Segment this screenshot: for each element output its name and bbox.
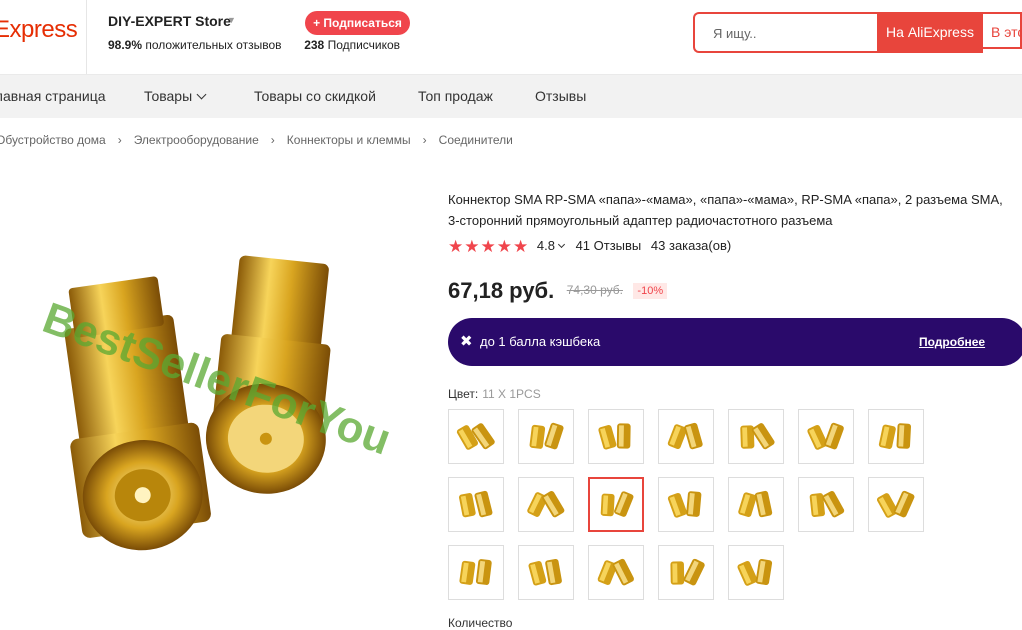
store-nav: Главная страница Товары Товары со скидко… bbox=[0, 75, 1022, 118]
product-main-image[interactable]: BestSellerForYou bbox=[20, 240, 440, 570]
color-swatch[interactable] bbox=[588, 545, 644, 600]
subscribers-label: Подписчиков bbox=[327, 38, 401, 52]
positive-label: положительных отзывов bbox=[145, 38, 282, 52]
nav-item-top[interactable]: Топ продаж bbox=[418, 75, 493, 118]
nav-item-products[interactable]: Товары bbox=[144, 75, 207, 118]
color-swatch[interactable] bbox=[588, 409, 644, 464]
store-name[interactable]: DIY-EXPERT Store bbox=[108, 13, 231, 29]
subscribers-count: 238 bbox=[304, 38, 325, 52]
breadcrumb-item[interactable]: Обустройство дома bbox=[0, 133, 106, 147]
color-swatch[interactable] bbox=[518, 409, 574, 464]
color-swatch[interactable] bbox=[658, 545, 714, 600]
discount-badge: -10% bbox=[633, 283, 668, 299]
breadcrumb-item[interactable]: Соединители bbox=[439, 133, 513, 147]
product-title: Коннектор SMA RP-SMA «папа»-«мама», «пап… bbox=[448, 192, 1003, 228]
color-value: 11 X 1PCS bbox=[482, 387, 541, 401]
nav-item-reviews[interactable]: Отзывы bbox=[535, 75, 586, 118]
star-icon: ★ bbox=[496, 237, 512, 256]
nav-item-sale[interactable]: Товары со скидкой bbox=[254, 75, 376, 118]
store-caret-icon[interactable]: ▼ bbox=[227, 15, 236, 25]
chevron-right-icon: › bbox=[270, 133, 275, 147]
header-divider bbox=[86, 0, 87, 74]
color-swatch[interactable] bbox=[728, 409, 784, 464]
positive-percent: 98.9% bbox=[108, 38, 143, 52]
rating-stars[interactable]: ★★★★★ bbox=[448, 237, 529, 257]
search-aliexpress-button[interactable]: На AliExpress bbox=[877, 12, 983, 53]
breadcrumb-item[interactable]: Электрооборудование bbox=[134, 133, 259, 147]
old-price: 74,30 руб. bbox=[566, 283, 623, 297]
color-swatch[interactable] bbox=[448, 477, 504, 532]
color-swatch[interactable] bbox=[588, 477, 644, 532]
color-label-text: Цвет: bbox=[448, 387, 479, 401]
site-header: Express DIY-EXPERT Store ▼ 98.9% положит… bbox=[0, 0, 1022, 75]
aliexpress-logo[interactable]: Express bbox=[0, 16, 78, 44]
orders-count: 43 заказа(ов) bbox=[650, 238, 732, 254]
search-input[interactable] bbox=[711, 14, 875, 53]
star-icon: ★ bbox=[464, 237, 480, 256]
color-swatch[interactable] bbox=[448, 409, 504, 464]
quantity-label: Количество bbox=[448, 616, 513, 630]
color-swatch[interactable] bbox=[658, 409, 714, 464]
star-icon: ★ bbox=[448, 237, 464, 256]
subscribe-button[interactable]: + Подписаться bbox=[305, 11, 410, 35]
color-label: Цвет: 11 X 1PCS bbox=[448, 387, 541, 401]
color-swatch[interactable] bbox=[728, 477, 784, 532]
color-swatch[interactable] bbox=[448, 545, 504, 600]
star-icon: ★ bbox=[480, 237, 496, 256]
color-swatch[interactable] bbox=[518, 477, 574, 532]
cashback-more-link[interactable]: Подробнее bbox=[919, 335, 985, 349]
price-row: 67,18 руб. 74,30 руб. -10% bbox=[448, 278, 668, 304]
breadcrumb-item[interactable]: Коннекторы и клеммы bbox=[287, 133, 411, 147]
color-swatch[interactable] bbox=[728, 545, 784, 600]
cashback-text: до 1 балла кэшбека bbox=[480, 334, 601, 349]
rating-value[interactable]: 4.8 bbox=[537, 238, 555, 253]
cashback-banner[interactable]: ✖ до 1 балла кэшбека Подробнее bbox=[448, 318, 1022, 366]
color-swatch[interactable] bbox=[658, 477, 714, 532]
nav-item-products-label: Товары bbox=[144, 88, 193, 104]
color-swatch[interactable] bbox=[798, 409, 854, 464]
color-swatch[interactable] bbox=[868, 409, 924, 464]
rating-row: ★★★★★ 4.8 41 Отзывы 43 заказа(ов) bbox=[448, 237, 731, 257]
chevron-down-icon[interactable] bbox=[557, 241, 565, 249]
cashback-icon: ✖ bbox=[460, 333, 473, 350]
color-swatch[interactable] bbox=[868, 477, 924, 532]
star-icon: ★ bbox=[513, 237, 529, 256]
search-box bbox=[693, 12, 877, 53]
color-swatch[interactable] bbox=[518, 545, 574, 600]
search-store-button[interactable]: В этом магазине bbox=[983, 12, 1022, 49]
breadcrumb: Обустройство дома › Электрооборудование › Ко… bbox=[0, 133, 513, 147]
chevron-right-icon: › bbox=[422, 133, 427, 147]
current-price: 67,18 руб. bbox=[448, 278, 555, 303]
chevron-down-icon bbox=[196, 89, 207, 100]
chevron-right-icon: › bbox=[117, 133, 122, 147]
store-stats: 98.9% положительных отзывов 238 Подписчи… bbox=[108, 38, 400, 52]
reviews-link[interactable]: 41 Отзывы bbox=[576, 238, 642, 253]
nav-item-home[interactable]: Главная страница bbox=[0, 75, 106, 118]
color-swatch[interactable] bbox=[798, 477, 854, 532]
